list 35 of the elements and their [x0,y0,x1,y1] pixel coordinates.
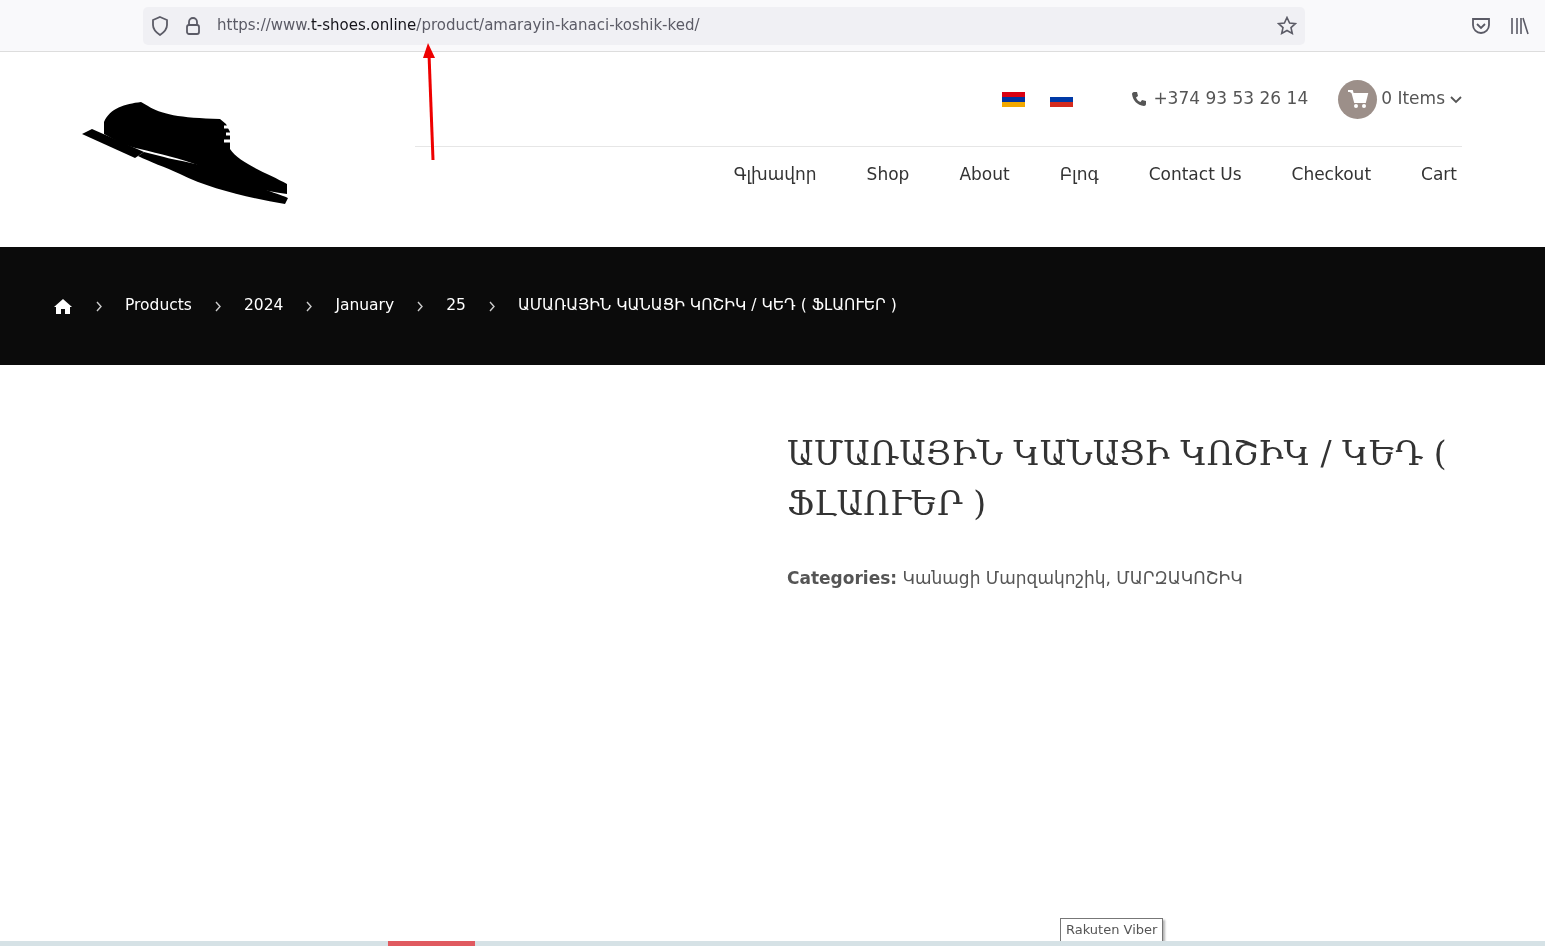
flag-icon[interactable] [1002,91,1026,107]
tooltip: Rakuten Viber [1060,918,1164,942]
url-text[interactable]: https://www.t-shoes.online/product/amarayin-kanaci-koshik-ked/ [217,14,700,37]
nav-link[interactable]: Գլխավոր [733,161,817,188]
nav-link[interactable]: Բլոգ [1059,161,1099,188]
address-bar[interactable]: https://www.t-shoes.online/product/amarayin-kanaci-koshik-ked/ [143,6,1305,45]
chevron-down-icon[interactable] [1450,94,1462,104]
lock-icon[interactable] [185,15,201,36]
nav-link[interactable]: Contact Us [1148,161,1242,188]
breadcrumb-link[interactable]: 2024 [243,294,284,318]
nav-link[interactable]: About [959,161,1010,188]
cart-icon [1346,89,1369,109]
breadcrumb-link[interactable]: January [335,294,395,318]
star-icon[interactable] [1277,15,1297,36]
home-icon[interactable] [53,297,73,315]
nav-link[interactable]: Cart [1421,161,1457,188]
phone-number[interactable]: +374 93 53 26 14 [1153,86,1309,112]
nav-link[interactable]: Checkout [1291,161,1372,188]
cart-count[interactable]: 0 Items [1381,86,1445,112]
chevron-right-icon [213,300,222,312]
product-title: ԱՄԱՌԱՅԻՆ ԿԱՆԱՑԻ ԿՈՇԻԿ / ԿԵԴ ( ՖԼԱՈՒԵՐ ) [787,433,1447,525]
nav-link[interactable]: Shop [866,161,910,188]
breadcrumb-link[interactable]: Products [125,294,192,318]
product-categories: Categories: Կանացի Մարզակոշիկ, ՄԱՐԶԱԿՈՇԻԿ [787,567,1244,590]
library-icon[interactable] [1509,16,1529,35]
chevron-right-icon [487,300,496,312]
chevron-right-icon [416,300,425,312]
chevron-right-icon [95,300,103,312]
phone-icon [1131,91,1148,107]
pocket-icon[interactable] [1471,16,1491,35]
cart-button[interactable] [1338,79,1378,119]
breadcrumb-current: ԱՄԱՌԱՅԻՆ ԿԱՆԱՑԻ ԿՈՇԻԿ / ԿԵԴ ( ՖԼԱՈՒԵՐ ) [517,295,897,317]
breadcrumb-link[interactable]: 25 [446,294,466,318]
chevron-right-icon [305,300,314,312]
shield-icon[interactable] [151,15,169,36]
